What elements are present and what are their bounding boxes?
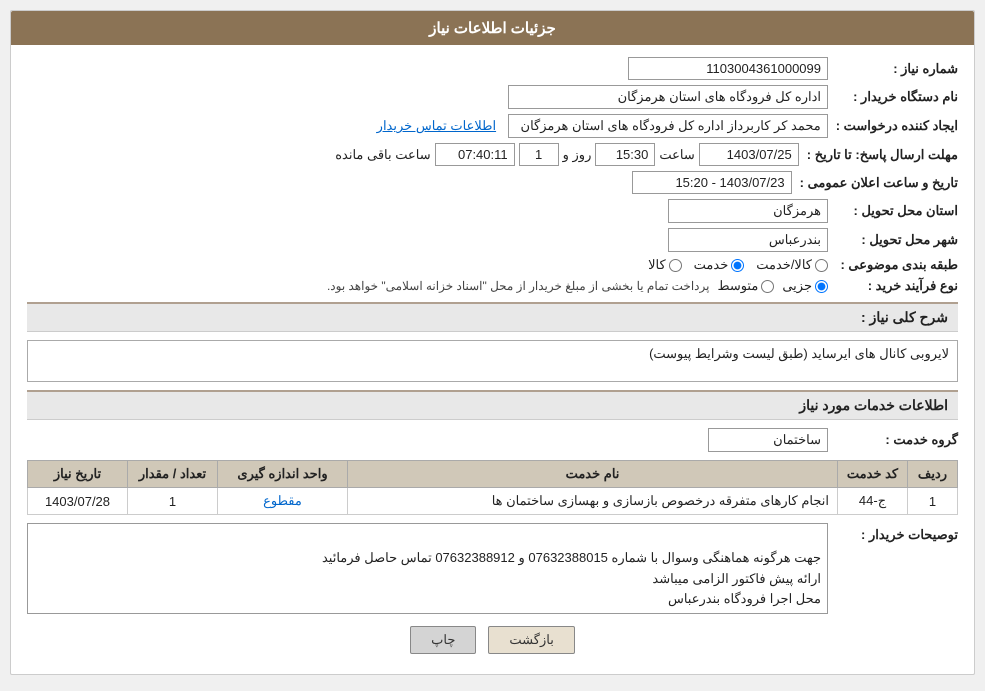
shomara-niaz-box: 1103004361000099 [628, 57, 828, 80]
noue-farayand-value: جزیی متوسط پرداخت تمام یا بخشی از مبلغ خ… [27, 278, 828, 294]
cell-radif: 1 [908, 488, 958, 515]
ostan-label: استان محل تحویل : [828, 203, 958, 219]
shahr-box: بندرعباس [668, 228, 828, 252]
mohlat-saat-label: ساعت [659, 147, 694, 163]
sharh-value-box: لایروبی کانال های ایرساید (طبق لیست وشرا… [27, 340, 958, 382]
tousif-box: جهت هرگونه هماهنگی وسوال با شماره 076323… [27, 523, 828, 614]
tarikh-label: تاریخ و ساعت اعلان عمومی : [792, 175, 958, 191]
nam-dastgah-value: اداره کل فرودگاه های استان هرمزگان [27, 85, 828, 109]
radio-jozii-label: جزیی [782, 278, 812, 294]
tabaqe-value: کالا/خدمت خدمت کالا [27, 257, 828, 273]
mohlat-baqi-label: ساعت باقی مانده [335, 147, 430, 163]
nam-dastgah-row: نام دستگاه خریدار : اداره کل فرودگاه های… [27, 85, 958, 109]
ostan-box: هرمزگان [668, 199, 828, 223]
tamas-khardar-link[interactable]: اطلاعات تماس خریدار [377, 118, 496, 133]
ijad-konande-label: ایجاد کننده درخواست : [828, 118, 958, 134]
ijad-konande-box: محمد کر کاربرداز اداره کل فرودگاه های اس… [508, 114, 828, 138]
radio-khadamat[interactable]: خدمت [694, 257, 745, 273]
nam-dastgah-label: نام دستگاه خریدار : [828, 89, 958, 105]
tabaqe-row: طبقه بندی موضوعی : کالا/خدمت خدمت [27, 257, 958, 273]
col-radif: ردیف [908, 461, 958, 488]
noue-farayand-row: نوع فرآیند خرید : جزیی متوسط پرداخت تمام… [27, 278, 958, 294]
tousif-value: جهت هرگونه هماهنگی وسوال با شماره 076323… [27, 523, 828, 614]
shomara-niaz-value: 1103004361000099 [27, 57, 828, 80]
services-table: ردیف کد خدمت نام خدمت واحد اندازه گیری ت [27, 460, 958, 515]
mohlat-baqi-box: 07:40:11 [435, 143, 515, 166]
mohlat-roz-box: 1 [519, 143, 559, 166]
card-header: جزئیات اطلاعات نیاز [11, 11, 974, 45]
tousif-label: توصیحات خریدار : [828, 527, 958, 543]
page-container: جزئیات اطلاعات نیاز شماره نیاز : 1103004… [0, 0, 985, 691]
radio-kala-label: کالا [648, 257, 666, 273]
cell-tedad: 1 [128, 488, 218, 515]
col-tedad: تعداد / مقدار [128, 461, 218, 488]
card-body: شماره نیاز : 1103004361000099 نام دستگاه… [11, 45, 974, 674]
shahr-label: شهر محل تحویل : [828, 232, 958, 248]
khadamat-section-title: اطلاعات خدمات مورد نیاز [27, 390, 958, 420]
tousif-row: توصیحات خریدار : جهت هرگونه هماهنگی وسوا… [27, 523, 958, 614]
radio-kala-input[interactable] [669, 259, 682, 272]
radio-khadamat-input[interactable] [731, 259, 744, 272]
mohlat-value: 1403/07/25 ساعت 15:30 روز و 1 07:40:11 س… [27, 143, 799, 166]
shomara-niaz-row: شماره نیاز : 1103004361000099 [27, 57, 958, 80]
radio-kala-khadamat-label: کالا/خدمت [756, 257, 812, 273]
ijad-konande-value: محمد کر کاربرداز اداره کل فرودگاه های اس… [27, 114, 828, 138]
tarikh-row: تاریخ و ساعت اعلان عمومی : 1403/07/23 - … [27, 171, 958, 194]
radio-kala[interactable]: کالا [648, 257, 682, 273]
button-row: بازگشت چاپ [27, 626, 958, 654]
radio-jozii-input[interactable] [815, 280, 828, 293]
noue-payam-text: پرداخت تمام یا بخشی از مبلغ خریدار از مح… [327, 279, 710, 293]
mohlat-label: مهلت ارسال پاسخ: تا تاریخ : [799, 147, 958, 163]
noue-farayand-label: نوع فرآیند خرید : [828, 278, 958, 294]
table-row: 1 ج-44 انجام کارهای متفرقه درخصوص بازساز… [28, 488, 958, 515]
tabaqe-label: طبقه بندی موضوعی : [828, 257, 958, 273]
col-tarikh: تاریخ نیاز [28, 461, 128, 488]
gorohe-row: گروه خدمت : ساختمان [27, 428, 958, 452]
col-kod: کد خدمت [838, 461, 908, 488]
cell-vahed: مقطوع [218, 488, 348, 515]
mohlat-row: مهلت ارسال پاسخ: تا تاریخ : 1403/07/25 س… [27, 143, 958, 166]
sharh-section-title: شرح کلی نیاز : [27, 302, 958, 332]
sharh-value-row: لایروبی کانال های ایرساید (طبق لیست وشرا… [27, 340, 958, 382]
radio-kala-khadamat[interactable]: کالا/خدمت [756, 257, 828, 273]
radio-khadamat-label: خدمت [694, 257, 729, 273]
khadamat-section-title-text: اطلاعات خدمات مورد نیاز [799, 397, 948, 413]
col-vahed: واحد اندازه گیری [218, 461, 348, 488]
main-card: جزئیات اطلاعات نیاز شماره نیاز : 1103004… [10, 10, 975, 675]
shomara-niaz-label: شماره نیاز : [828, 61, 958, 77]
page-title: جزئیات اطلاعات نیاز [429, 20, 556, 37]
tarikh-box: 1403/07/23 - 15:20 [632, 171, 792, 194]
nam-dastgah-box: اداره کل فرودگاه های استان هرمزگان [508, 85, 828, 109]
cell-kod: ج-44 [838, 488, 908, 515]
gorohe-value: ساختمان [27, 428, 828, 452]
ostan-row: استان محل تحویل : هرمزگان [27, 199, 958, 223]
back-button[interactable]: بازگشت [488, 626, 574, 654]
print-button[interactable]: چاپ [410, 626, 476, 654]
mohlat-date-box: 1403/07/25 [699, 143, 799, 166]
radio-motovaset[interactable]: متوسط [717, 278, 774, 294]
radio-motovaset-label: متوسط [717, 278, 758, 294]
shahr-row: شهر محل تحویل : بندرعباس [27, 228, 958, 252]
ostan-value: هرمزگان [27, 199, 828, 223]
ijad-konande-row: ایجاد کننده درخواست : محمد کر کاربرداز ا… [27, 114, 958, 138]
radio-jozii[interactable]: جزیی [782, 278, 828, 294]
sharh-label: شرح کلی نیاز : [861, 309, 948, 325]
mohlat-saat-box: 15:30 [595, 143, 655, 166]
cell-tarikh: 1403/07/28 [28, 488, 128, 515]
col-nam: نام خدمت [348, 461, 838, 488]
tarikh-value: 1403/07/23 - 15:20 [27, 171, 792, 194]
shahr-value: بندرعباس [27, 228, 828, 252]
radio-motovaset-input[interactable] [761, 280, 774, 293]
gorohe-box: ساختمان [708, 428, 828, 452]
radio-kala-khadamat-input[interactable] [815, 259, 828, 272]
gorohe-label: گروه خدمت : [828, 432, 958, 448]
cell-nam: انجام کارهای متفرقه درخصوص بازسازی و بهس… [348, 488, 838, 515]
mohlat-roz-label: روز و [563, 147, 592, 163]
